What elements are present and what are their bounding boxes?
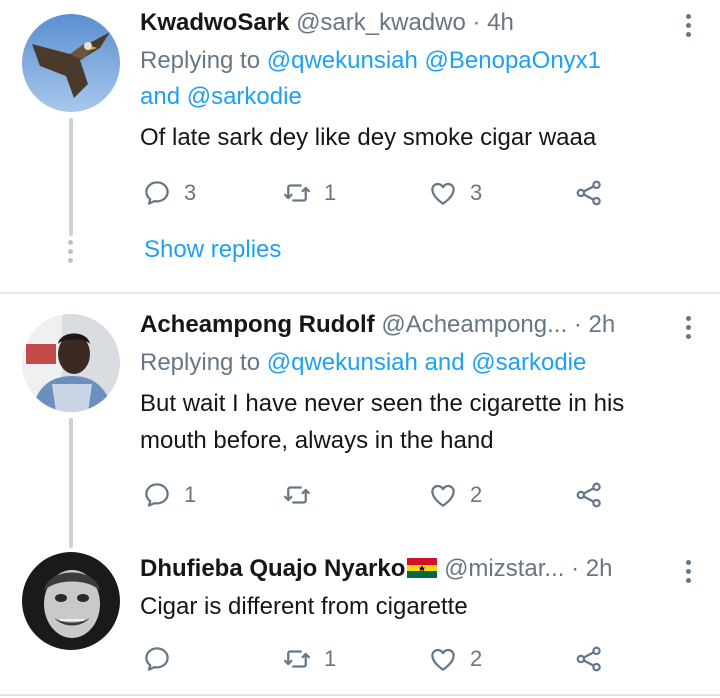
user-handle[interactable]: @Acheampong...	[381, 311, 567, 338]
retweet-button[interactable]: 1	[282, 642, 336, 676]
share-icon	[574, 480, 604, 510]
more-options-icon[interactable]	[684, 316, 692, 342]
tweet-actions: 1 2	[140, 478, 620, 512]
tweet-header: Dhufieba Quajo Nyarko @mizstar... · 2h	[140, 552, 680, 586]
reply-icon	[142, 480, 172, 510]
like-button[interactable]: 2	[428, 478, 482, 512]
avatar[interactable]	[22, 14, 120, 112]
mention-link[interactable]: @sarkodie	[187, 83, 302, 110]
timestamp[interactable]: 2h	[586, 555, 613, 582]
mention-link[interactable]: @sarkodie	[471, 349, 586, 376]
show-replies-link[interactable]: Show replies	[144, 236, 281, 264]
tweet-text-line: But wait I have never seen the cigarette…	[140, 390, 625, 417]
like-count: 2	[470, 646, 483, 671]
thread-line	[69, 118, 73, 236]
tweet-header: Acheampong Rudolf @Acheampong... · 2h	[140, 308, 680, 342]
user-handle[interactable]: @mizstar...	[444, 555, 564, 582]
tweet-actions: 3 1 3	[140, 176, 620, 210]
divider	[0, 694, 720, 696]
ghana-flag-icon	[407, 558, 438, 578]
tweet-text: But wait I have never seen the cigarette…	[140, 385, 680, 459]
share-icon	[574, 644, 604, 674]
retweet-count: 1	[324, 180, 337, 205]
replying-to: Replying to @qwekunsiah and @sarkodie	[140, 345, 680, 381]
replying-to: Replying to @qwekunsiah @BenopaOnyx1 and…	[140, 43, 680, 115]
retweet-icon	[282, 644, 312, 674]
retweet-icon	[282, 178, 312, 208]
avatar-eagle-image	[22, 14, 120, 112]
replying-to-label: Replying to	[140, 47, 267, 74]
share-button[interactable]	[574, 176, 604, 210]
share-icon	[574, 178, 604, 208]
tweet-text: Cigar is different from cigarette	[140, 593, 468, 620]
separator-dot: ·	[571, 555, 580, 582]
avatar[interactable]	[22, 314, 120, 412]
heart-icon	[428, 480, 458, 510]
separator-dot: ·	[573, 311, 582, 338]
mention-link[interactable]: @BenopaOnyx1	[425, 47, 601, 74]
avatar[interactable]	[22, 552, 120, 650]
reply-count: 1	[184, 482, 197, 507]
share-button[interactable]	[574, 478, 604, 512]
reply-icon	[142, 644, 172, 674]
reply-icon	[142, 178, 172, 208]
like-count: 2	[470, 482, 483, 507]
mention-link[interactable]: @qwekunsiah	[267, 349, 418, 376]
tweet-3[interactable]: Dhufieba Quajo Nyarko @mizstar... · 2h C…	[0, 540, 720, 698]
mention-link[interactable]: @qwekunsiah	[267, 47, 418, 74]
tweet-1[interactable]: KwadwoSark @sark_kwadwo · 4h Replying to…	[0, 0, 720, 292]
avatar-person-image	[22, 314, 120, 412]
tweet-text: Of late sark dey like dey smoke cigar wa…	[140, 124, 597, 151]
reply-button[interactable]: 3	[142, 176, 196, 210]
thread-line	[69, 418, 73, 548]
more-options-icon[interactable]	[684, 14, 692, 40]
display-name[interactable]: Acheampong Rudolf	[140, 311, 375, 338]
user-handle[interactable]: @sark_kwadwo	[296, 9, 466, 36]
more-options-icon[interactable]	[684, 560, 692, 586]
and-word: and	[140, 83, 181, 110]
tweet-actions: 1 2	[140, 642, 620, 676]
separator-dot: ·	[472, 9, 481, 36]
retweet-count: 1	[324, 646, 337, 671]
reply-button[interactable]	[142, 642, 184, 676]
display-name[interactable]: Dhufieba Quajo Nyarko	[140, 555, 405, 582]
heart-icon	[428, 178, 458, 208]
retweet-button[interactable]: 1	[282, 176, 336, 210]
tweet-header: KwadwoSark @sark_kwadwo · 4h	[140, 6, 680, 40]
retweet-icon	[282, 480, 312, 510]
heart-icon	[428, 644, 458, 674]
timestamp[interactable]: 4h	[487, 9, 514, 36]
thread-gap-dots	[68, 240, 74, 267]
share-button[interactable]	[574, 642, 604, 676]
avatar-joker-image	[22, 552, 120, 650]
and-word: and	[424, 349, 465, 376]
replying-to-label: Replying to	[140, 349, 267, 376]
like-count: 3	[470, 180, 483, 205]
like-button[interactable]: 2	[428, 642, 482, 676]
tweet-2[interactable]: Acheampong Rudolf @Acheampong... · 2h Re…	[0, 294, 720, 548]
timestamp[interactable]: 2h	[588, 311, 615, 338]
retweet-button[interactable]	[282, 478, 324, 512]
display-name[interactable]: KwadwoSark	[140, 9, 289, 36]
reply-button[interactable]: 1	[142, 478, 196, 512]
tweet-text-line: mouth before, always in the hand	[140, 427, 494, 454]
like-button[interactable]: 3	[428, 176, 482, 210]
reply-count: 3	[184, 180, 197, 205]
